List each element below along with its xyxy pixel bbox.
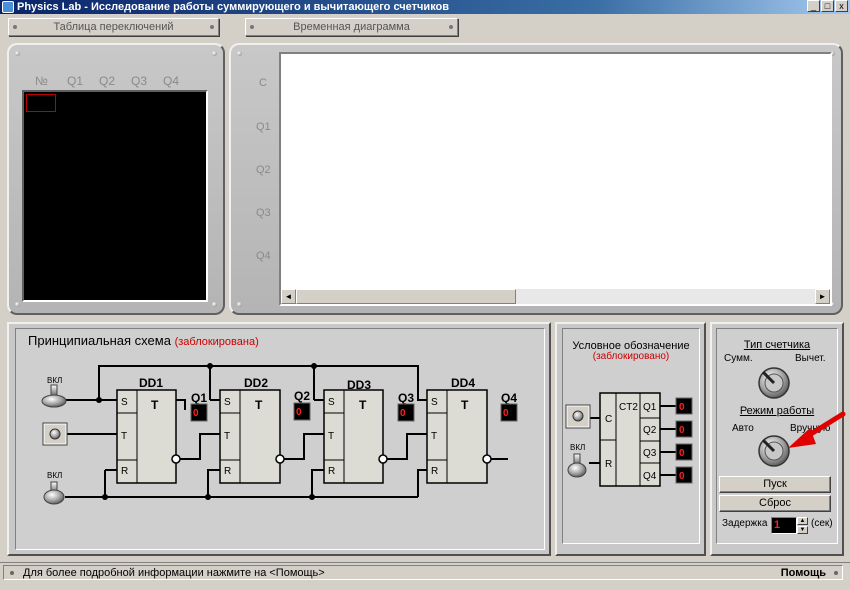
symbol-reset-switch[interactable]: ВКЛ xyxy=(567,443,587,478)
symbol-in-c: C xyxy=(605,414,612,425)
circuit-drawing: DD1 DD2 DD3 DD4 Q1 Q2 Q3 Q4 T T T T S T … xyxy=(41,363,846,505)
symbol-led-q1: 0 xyxy=(679,402,685,413)
trigger-dd2-name: DD2 xyxy=(244,376,268,390)
symbol-led-q3: 0 xyxy=(679,448,685,459)
symbol-out-q1: Q1 xyxy=(643,402,657,413)
trigger-dd3-name: DD3 xyxy=(347,378,371,392)
schematic-clock-button[interactable] xyxy=(42,422,68,446)
led-q3-value: 0 xyxy=(400,408,406,419)
reset-switch-label: ВКЛ xyxy=(47,471,62,480)
pin-r: R xyxy=(121,466,128,477)
symbol-chip: CT2 xyxy=(619,402,638,413)
pin-s: S xyxy=(224,397,231,408)
pin-t: T xyxy=(224,431,230,442)
trigger-dd2-body: T xyxy=(255,398,263,412)
mode-knob[interactable] xyxy=(758,435,790,467)
schematic-reset-switch[interactable]: ВКЛ xyxy=(43,471,65,505)
trigger-dd4-body: T xyxy=(461,398,469,412)
set-switch-label: ВКЛ xyxy=(47,376,62,385)
counter-type-knob[interactable] xyxy=(758,367,790,399)
pin-r: R xyxy=(224,466,231,477)
trigger-dd4-name: DD4 xyxy=(451,376,475,390)
app-window: Physics Lab - Исследование работы суммир… xyxy=(0,0,850,590)
symbol-clock-button[interactable] xyxy=(565,404,591,429)
trigger-q2-label: Q2 xyxy=(294,389,310,403)
trigger-q4-label: Q4 xyxy=(501,391,517,405)
pin-t: T xyxy=(431,431,437,442)
pin-r: R xyxy=(328,466,335,477)
status-message: Для более подробной информации нажмите н… xyxy=(23,567,325,579)
pin-s: S xyxy=(328,397,335,408)
rivet-icon xyxy=(10,571,14,575)
help-link[interactable]: Помощь xyxy=(781,567,826,579)
symbol-switch-label: ВКЛ xyxy=(570,443,585,452)
pin-t: T xyxy=(328,431,334,442)
trigger-dd1-body: T xyxy=(151,398,159,412)
status-bar: Для более подробной информации нажмите н… xyxy=(0,562,850,580)
schematic-set-switch[interactable]: ВКЛ xyxy=(41,376,67,408)
status-frame: Для более подробной информации нажмите н… xyxy=(3,565,843,580)
pin-r: R xyxy=(431,466,438,477)
symbol-led-q2: 0 xyxy=(679,425,685,436)
led-q1-value: 0 xyxy=(193,408,199,419)
led-q2-value: 0 xyxy=(296,407,302,418)
trigger-dd1-name: DD1 xyxy=(139,376,163,390)
trigger-q1-label: Q1 xyxy=(191,391,207,405)
trigger-q3-label: Q3 xyxy=(398,391,414,405)
annotation-arrow-icon xyxy=(788,411,846,448)
symbol-ct2: C R CT2 Q1 Q2 Q3 Q4 0 0 0 0 xyxy=(589,392,693,487)
symbol-led-q4: 0 xyxy=(679,471,685,482)
pin-s: S xyxy=(121,397,128,408)
led-q4-value: 0 xyxy=(503,408,509,419)
symbol-out-q2: Q2 xyxy=(643,425,657,436)
pin-s: S xyxy=(431,397,438,408)
symbol-out-q4: Q4 xyxy=(643,471,657,482)
symbol-in-r: R xyxy=(605,459,612,470)
rivet-icon xyxy=(834,571,838,575)
symbol-out-q3: Q3 xyxy=(643,448,657,459)
trigger-dd3-body: T xyxy=(359,398,367,412)
pin-t: T xyxy=(121,431,127,442)
